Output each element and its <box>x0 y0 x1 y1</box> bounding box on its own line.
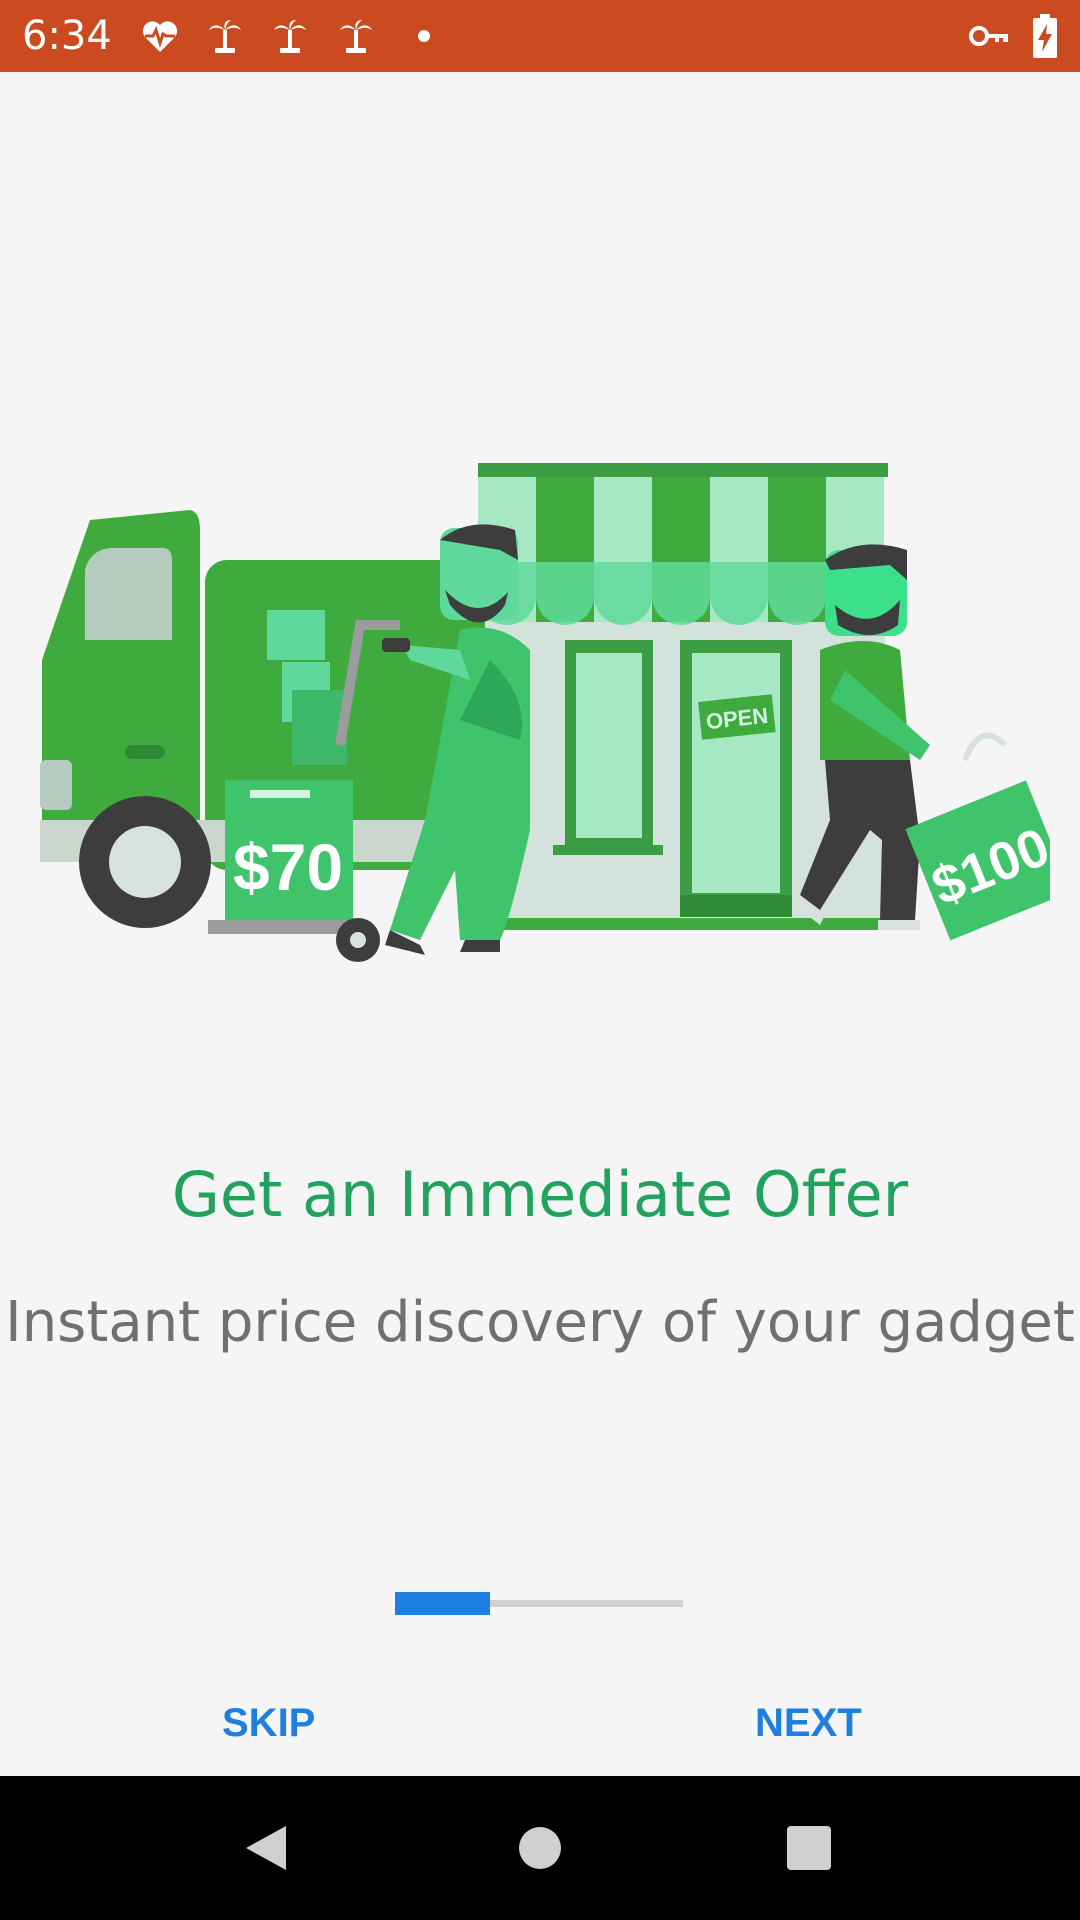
onboarding-subtitle: Instant price discovery of your gadget <box>5 1290 1075 1355</box>
battery-charging-icon <box>1033 14 1057 58</box>
vpn-key-icon <box>969 26 1008 46</box>
recents-icon[interactable] <box>766 1806 850 1890</box>
system-nav-bar <box>0 1776 1080 1920</box>
palm-tree-icon <box>274 20 306 53</box>
back-icon[interactable] <box>224 1806 308 1890</box>
skip-button[interactable]: SKIP <box>222 1695 315 1751</box>
status-bar: 6:34 <box>0 0 1080 72</box>
pager-progress <box>395 1592 683 1615</box>
status-time: 6:34 <box>22 13 112 59</box>
onboarding-illustration: OPEN $70 $100 <box>40 463 1050 962</box>
onboarding-title: Get an Immediate Offer <box>171 1158 909 1231</box>
price-tag-70: $70 <box>233 830 343 904</box>
heart-pulse-icon <box>142 21 178 52</box>
home-icon[interactable] <box>498 1806 582 1890</box>
customer: $100 <box>795 544 1050 941</box>
palm-tree-icon <box>340 20 372 53</box>
pager-progress-fill <box>395 1592 490 1615</box>
dot-icon <box>418 30 430 42</box>
next-button[interactable]: NEXT <box>755 1695 862 1751</box>
palm-tree-icon <box>209 20 241 53</box>
